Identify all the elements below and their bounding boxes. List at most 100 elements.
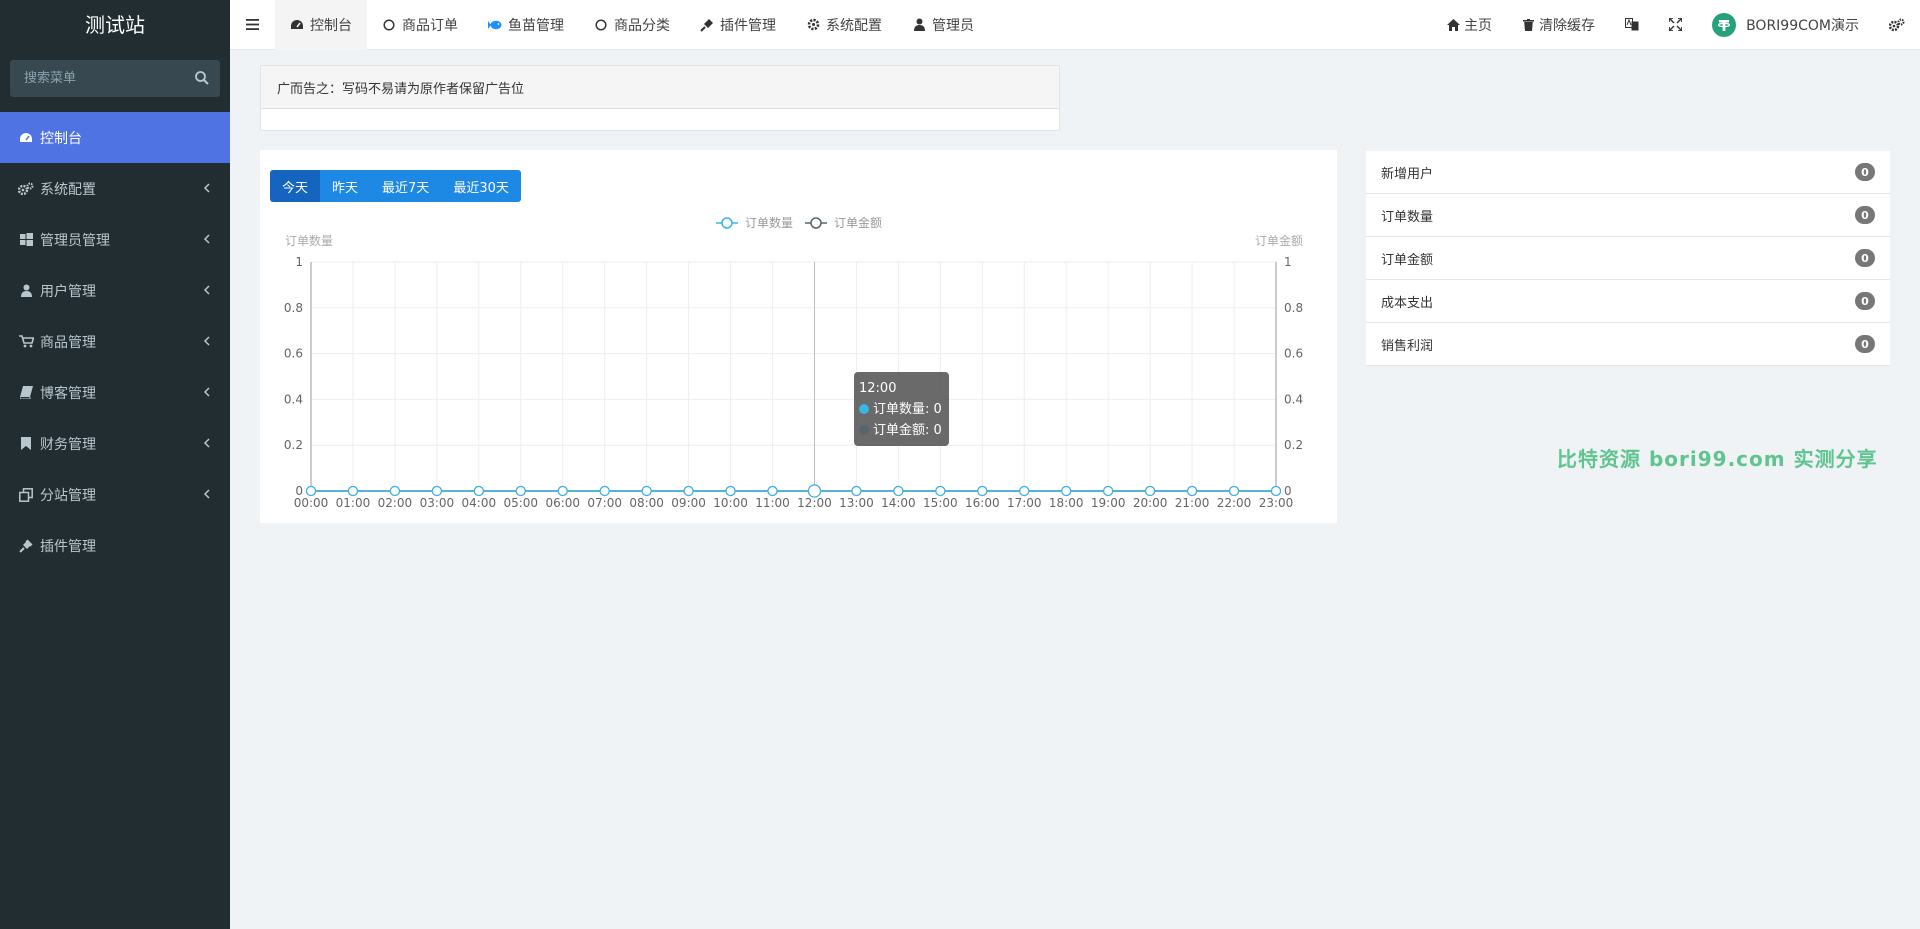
y-tick-label-right: 1 bbox=[1284, 255, 1292, 269]
windows-icon bbox=[18, 232, 34, 248]
y-tick-label-left: 0.4 bbox=[284, 392, 303, 406]
sidebar-item-plugin-management[interactable]: 插件管理 bbox=[0, 520, 230, 571]
sidebar-item-substation-management[interactable]: 分站管理 bbox=[0, 469, 230, 520]
data-point bbox=[431, 485, 442, 497]
stats-list: 新增用户 0 订单数量 0 订单金额 0 成本支出 0 销售利润 0 bbox=[1366, 151, 1890, 366]
tooltip-row-count: 订单数量: 0 bbox=[859, 399, 944, 420]
dashboard-icon bbox=[290, 18, 304, 32]
tab-dashboard[interactable]: 控制台 bbox=[275, 0, 367, 50]
user-name: BORI99COM演示 bbox=[1746, 17, 1859, 34]
data-point bbox=[725, 485, 736, 497]
range-yesterday-button[interactable]: 昨天 bbox=[320, 170, 371, 202]
range-today-button[interactable]: 今天 bbox=[270, 170, 321, 202]
avatar bbox=[1712, 12, 1737, 37]
x-tick-label: 18:00 bbox=[1049, 496, 1084, 510]
sidebar-item-goods-management[interactable]: 商品管理 bbox=[0, 316, 230, 367]
ad-panel: 广而告之：写码不易请为原作者保留广告位 bbox=[260, 65, 1060, 131]
circle-icon bbox=[382, 18, 396, 32]
clear-cache-button[interactable]: 清除缓存 bbox=[1507, 0, 1610, 50]
tab-label: 系统配置 bbox=[826, 17, 882, 34]
home-link[interactable]: 主页 bbox=[1432, 0, 1507, 50]
data-point bbox=[1186, 485, 1198, 497]
sidebar-item-admin-management[interactable]: 管理员管理 bbox=[0, 214, 230, 265]
stat-order-count: 订单数量 0 bbox=[1366, 194, 1890, 237]
data-point bbox=[807, 484, 822, 498]
brand-title[interactable]: 测试站 bbox=[0, 0, 230, 50]
settings-button[interactable] bbox=[1874, 0, 1920, 50]
chevron-left-icon bbox=[203, 489, 210, 499]
chevron-left-icon bbox=[203, 285, 210, 295]
circle-icon bbox=[594, 18, 608, 32]
tab-label: 鱼苗管理 bbox=[508, 17, 564, 34]
sidebar-item-user-management[interactable]: 用户管理 bbox=[0, 265, 230, 316]
x-tick-label: 14:00 bbox=[881, 496, 916, 510]
legend-item-order-amount[interactable]: 订单金额 bbox=[805, 215, 882, 230]
chart-tooltip: 12:00 订单数量: 0 订单金额: 0 bbox=[854, 372, 949, 446]
tab-label: 商品订单 bbox=[402, 17, 458, 34]
orders-line-chart[interactable]: 订单数量 订单金额 订单数量 订单金额 0 00.2 0.20.4 0.40.6 0.6… bbox=[260, 200, 1337, 523]
stat-label: 订单金额 bbox=[1381, 252, 1434, 268]
sidebar-item-system-config[interactable]: 系统配置 bbox=[0, 163, 230, 214]
sidebar-toggle-button[interactable] bbox=[230, 0, 275, 50]
dashboard-icon bbox=[18, 130, 34, 146]
ad-text: 广而告之：写码不易请为原作者保留广告位 bbox=[261, 66, 1059, 109]
tab-system-config[interactable]: 系统配置 bbox=[791, 0, 897, 50]
user-icon bbox=[18, 283, 34, 299]
legend-item-order-count[interactable]: 订单数量 bbox=[716, 215, 793, 230]
stat-badge: 0 bbox=[1855, 335, 1875, 353]
chart-legend[interactable]: 订单数量 订单金额 bbox=[716, 215, 882, 230]
tab-plugin-management[interactable]: 插件管理 bbox=[685, 0, 791, 50]
sidebar-item-blog-management[interactable]: 博客管理 bbox=[0, 367, 230, 418]
chevron-left-icon bbox=[203, 438, 210, 448]
y-tick-label-left: 0.8 bbox=[284, 301, 303, 315]
sidebar-item-dashboard[interactable]: 控制台 bbox=[0, 112, 230, 163]
tab-goods-category[interactable]: 商品分类 bbox=[579, 0, 685, 50]
tab-admin[interactable]: 管理员 bbox=[897, 0, 989, 50]
chevron-left-icon bbox=[203, 183, 210, 193]
data-point bbox=[515, 485, 526, 497]
home-icon bbox=[1447, 18, 1461, 31]
stat-profit: 销售利润 0 bbox=[1366, 323, 1890, 366]
trash-icon bbox=[1522, 18, 1535, 31]
tab-goods-orders[interactable]: 商品订单 bbox=[367, 0, 473, 50]
search-icon[interactable] bbox=[194, 70, 210, 86]
user-menu[interactable]: BORI99COM演示 bbox=[1697, 0, 1874, 50]
chevron-left-icon bbox=[203, 387, 210, 397]
cogs-icon bbox=[1889, 18, 1905, 31]
fullscreen-button[interactable] bbox=[1654, 0, 1697, 50]
tooltip-row-amount: 订单金额: 0 bbox=[859, 420, 944, 441]
x-tick-label: 22:00 bbox=[1217, 496, 1252, 510]
tether-logo-icon bbox=[1717, 19, 1731, 31]
user-icon bbox=[912, 18, 926, 32]
sidebar-item-finance-management[interactable]: 财务管理 bbox=[0, 418, 230, 469]
nav-right: 主页 清除缓存 BORI99COM演示 bbox=[1432, 0, 1920, 50]
x-ticks: 00:00 01:00 02:00 03:00 04:00 05:00 06:00 07:00… bbox=[294, 496, 1294, 510]
top-navbar: 控制台 商品订单 鱼苗管理 商品分类 插件管理 系统配置 管理员 主页 清除缓存… bbox=[230, 0, 1920, 50]
data-point bbox=[977, 485, 988, 497]
plug-icon bbox=[18, 538, 34, 554]
x-tick-label: 17:00 bbox=[1007, 496, 1042, 510]
sidebar-item-label: 博客管理 bbox=[40, 385, 96, 402]
tab-fry-management[interactable]: 鱼苗管理 bbox=[473, 0, 579, 50]
hamburger-icon bbox=[246, 19, 259, 30]
menu-search-input[interactable] bbox=[10, 60, 220, 97]
range-30days-button[interactable]: 最近30天 bbox=[441, 170, 521, 202]
stat-badge: 0 bbox=[1855, 292, 1875, 310]
x-tick-label: 19:00 bbox=[1091, 496, 1126, 510]
stat-label: 销售利润 bbox=[1381, 338, 1434, 354]
data-point bbox=[935, 485, 946, 497]
data-point bbox=[851, 485, 862, 497]
range-7days-button[interactable]: 最近7天 bbox=[370, 170, 442, 202]
data-point bbox=[1061, 485, 1072, 497]
x-tick-label: 02:00 bbox=[378, 496, 413, 510]
stat-cost: 成本支出 0 bbox=[1366, 280, 1890, 323]
data-point bbox=[1270, 485, 1282, 497]
language-button[interactable] bbox=[1610, 0, 1654, 50]
x-tick-label: 20:00 bbox=[1133, 496, 1168, 510]
x-tick-label: 23:00 bbox=[1259, 496, 1294, 510]
tab-label: 控制台 bbox=[310, 17, 352, 34]
chevron-left-icon bbox=[203, 234, 210, 244]
tooltip-time: 12:00 bbox=[859, 381, 897, 396]
x-tick-label: 15:00 bbox=[923, 496, 958, 510]
y-tick-label-right: 0.8 bbox=[1284, 301, 1303, 315]
